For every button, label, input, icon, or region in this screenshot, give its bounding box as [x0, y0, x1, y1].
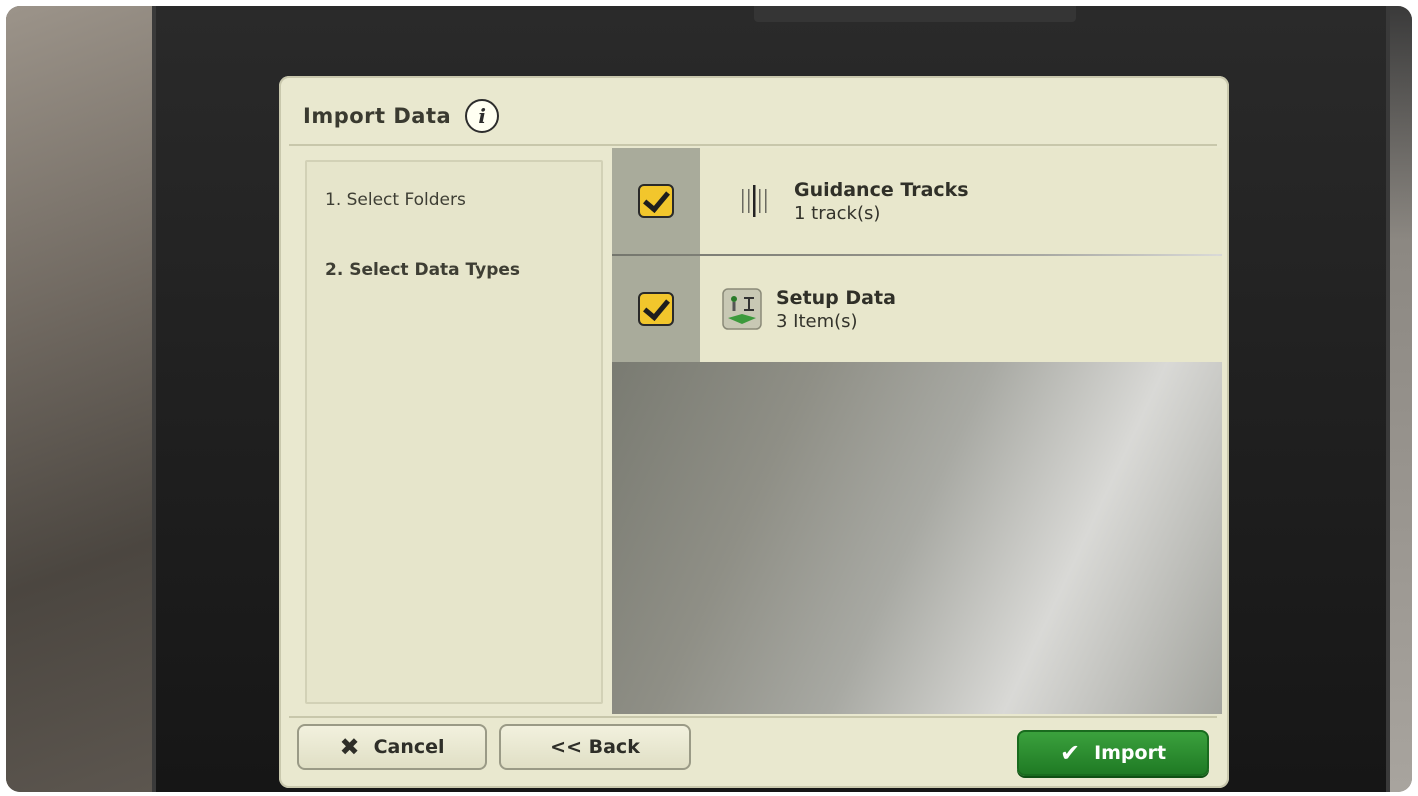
- list-item-count: 3 Item(s): [776, 310, 858, 332]
- list-item-count: 1 track(s): [794, 202, 881, 224]
- list-item-title: Guidance Tracks: [794, 178, 969, 201]
- info-icon[interactable]: i: [465, 99, 500, 133]
- seat-background: [6, 6, 156, 792]
- page-title: Import Data: [303, 104, 452, 128]
- data-type-list: Guidance Tracks 1 track(s) Setup Data 3 …: [612, 148, 1222, 714]
- list-item-body[interactable]: Guidance Tracks 1 track(s): [700, 148, 1222, 254]
- step-select-data-types[interactable]: 2. Select Data Types: [325, 260, 520, 280]
- checkbox-checked[interactable]: [638, 292, 674, 326]
- list-item-body[interactable]: Setup Data 3 Item(s): [700, 256, 1222, 362]
- import-button-label: Import: [1094, 742, 1167, 764]
- setup-data-icon: [722, 288, 762, 330]
- cancel-button[interactable]: ✖ Cancel: [297, 724, 487, 770]
- guidance-tracks-icon: [734, 180, 774, 222]
- back-button[interactable]: << Back: [499, 724, 691, 770]
- list-item-guidance-tracks[interactable]: Guidance Tracks 1 track(s): [612, 148, 1222, 254]
- close-icon: ✖: [339, 733, 360, 761]
- wizard-steps-panel: 1. Select Folders 2. Select Data Types: [305, 160, 603, 704]
- cancel-button-label: Cancel: [373, 736, 445, 758]
- display-screen: Import Data i 1. Select Folders 2. Selec…: [279, 76, 1229, 788]
- brand-logo: [754, 6, 1076, 22]
- title-bar: Import Data i: [289, 88, 1217, 146]
- bottom-action-bar: ✖ Cancel << Back ✔ Import: [289, 716, 1217, 782]
- back-button-label: << Back: [550, 736, 640, 758]
- list-item-setup-data[interactable]: Setup Data 3 Item(s): [612, 256, 1222, 362]
- checkbox-cell[interactable]: [612, 256, 700, 362]
- checkbox-cell[interactable]: [612, 148, 700, 254]
- checkbox-checked[interactable]: [638, 184, 674, 218]
- step-select-folders[interactable]: 1. Select Folders: [325, 190, 466, 210]
- import-button[interactable]: ✔ Import: [1017, 730, 1209, 776]
- list-item-title: Setup Data: [776, 286, 896, 309]
- checkmark-icon: ✔: [1059, 739, 1081, 767]
